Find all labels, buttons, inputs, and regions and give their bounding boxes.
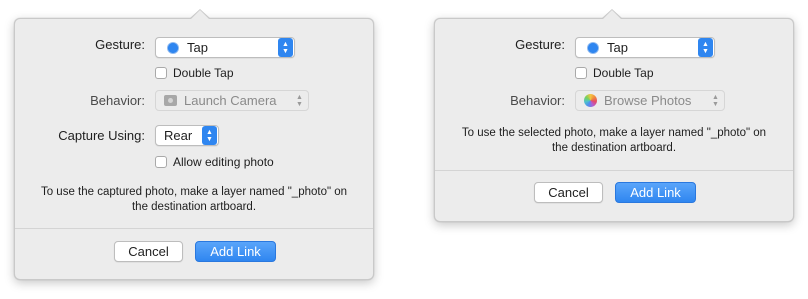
behavior-popup[interactable]: Browse Photos ▲ ▼ bbox=[575, 90, 725, 111]
add-link-button[interactable]: Add Link bbox=[195, 241, 276, 262]
gesture-label: Gesture: bbox=[95, 37, 145, 52]
double-tap-checkbox[interactable] bbox=[155, 67, 167, 79]
cancel-button[interactable]: Cancel bbox=[114, 241, 183, 262]
double-tap-checkbox-row[interactable]: Double Tap bbox=[575, 66, 654, 80]
gesture-value: Tap bbox=[607, 40, 628, 55]
double-tap-label: Double Tap bbox=[593, 66, 654, 80]
gesture-label: Gesture: bbox=[515, 37, 565, 52]
gesture-popup[interactable]: Tap ▲ ▼ bbox=[575, 37, 715, 58]
popover-browse-photos: Gesture: Tap ▲ ▼ Double Tap Behavior: Bro… bbox=[434, 9, 794, 222]
behavior-row: Behavior: bbox=[435, 90, 565, 111]
gesture-popup[interactable]: Tap ▲ ▼ bbox=[155, 37, 295, 58]
capture-value: Rear bbox=[164, 128, 193, 143]
popover-arrow bbox=[601, 9, 623, 20]
behavior-popup[interactable]: Launch Camera ▲ ▼ bbox=[155, 90, 309, 111]
behavior-value: Launch Camera bbox=[184, 93, 277, 108]
capture-row: Capture Using: bbox=[15, 125, 145, 146]
info-line-1: To use the captured photo, make a layer … bbox=[40, 186, 348, 198]
behavior-value: Browse Photos bbox=[604, 93, 692, 108]
info-text: To use the captured photo, make a layer … bbox=[25, 185, 363, 215]
gesture-row: Gesture: bbox=[15, 37, 145, 52]
popover-launch-camera: Gesture: Tap ▲ ▼ Double Tap Behavior: Lau… bbox=[14, 9, 374, 280]
divider bbox=[15, 228, 373, 229]
up-down-chevron-icon: ▲ ▼ bbox=[296, 93, 303, 108]
gesture-row: Gesture: bbox=[435, 37, 565, 52]
allow-editing-checkbox-row[interactable]: Allow editing photo bbox=[155, 155, 274, 169]
cancel-button[interactable]: Cancel bbox=[534, 182, 603, 203]
up-down-chevron-icon: ▲ ▼ bbox=[698, 38, 713, 57]
tap-radio-icon bbox=[588, 42, 598, 53]
double-tap-checkbox[interactable] bbox=[575, 67, 587, 79]
info-line-2: the destination artboard. bbox=[551, 142, 677, 154]
double-tap-checkbox-row[interactable]: Double Tap bbox=[155, 66, 234, 80]
tap-radio-icon bbox=[168, 42, 178, 53]
camera-icon bbox=[164, 95, 177, 106]
info-line-1: To use the selected photo, make a layer … bbox=[461, 127, 767, 139]
divider bbox=[435, 170, 793, 171]
capture-popup[interactable]: Rear ▲ ▼ bbox=[155, 125, 219, 146]
photos-app-icon bbox=[584, 94, 597, 107]
double-tap-label: Double Tap bbox=[173, 66, 234, 80]
add-link-button[interactable]: Add Link bbox=[615, 182, 696, 203]
up-down-chevron-icon: ▲ ▼ bbox=[712, 93, 719, 108]
behavior-label: Behavior: bbox=[510, 93, 565, 108]
info-text: To use the selected photo, make a layer … bbox=[445, 126, 783, 156]
up-down-chevron-icon: ▲ ▼ bbox=[278, 38, 293, 57]
allow-editing-checkbox[interactable] bbox=[155, 156, 167, 168]
up-down-chevron-icon: ▲ ▼ bbox=[202, 126, 217, 145]
allow-editing-label: Allow editing photo bbox=[173, 155, 274, 169]
popover-arrow bbox=[189, 9, 211, 20]
capture-using-label: Capture Using: bbox=[58, 128, 145, 143]
gesture-value: Tap bbox=[187, 40, 208, 55]
behavior-label: Behavior: bbox=[90, 93, 145, 108]
behavior-row: Behavior: bbox=[15, 90, 145, 111]
info-line-2: the destination artboard. bbox=[131, 201, 257, 213]
